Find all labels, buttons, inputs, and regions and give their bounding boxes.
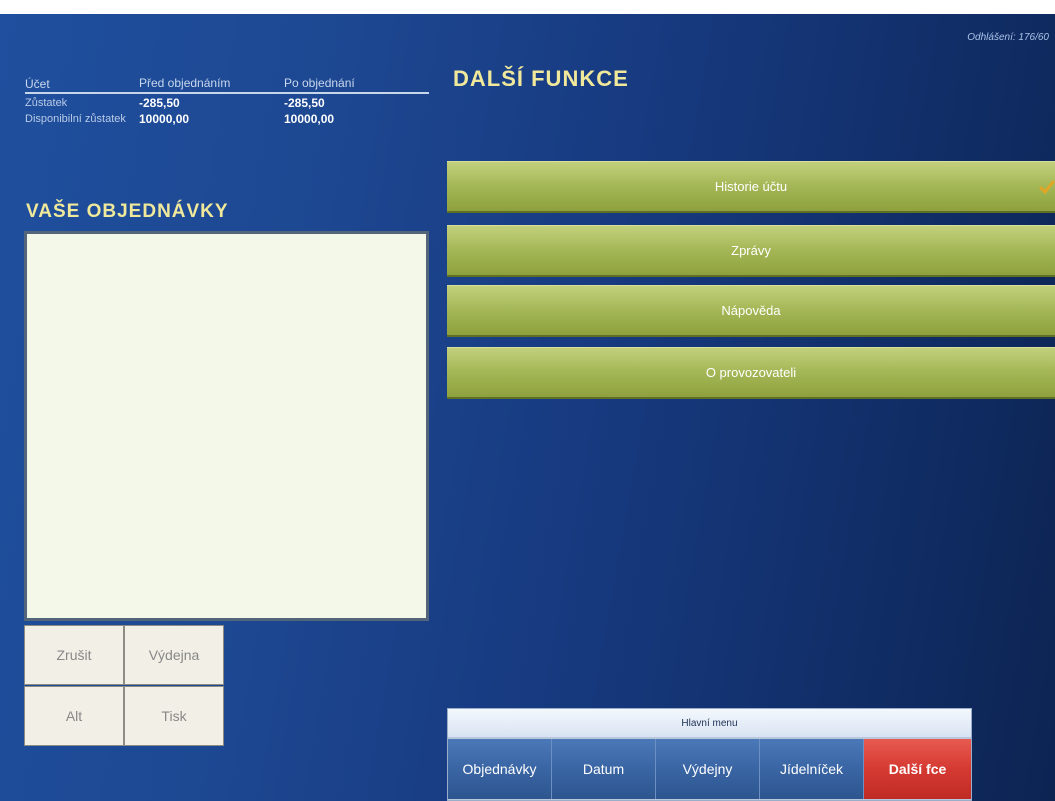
tab-more-functions[interactable]: Další fce — [864, 739, 971, 799]
tab-date[interactable]: Datum — [552, 739, 656, 799]
messages-label: Zprávy — [731, 243, 771, 258]
available-balance-after: 10000,00 — [284, 112, 335, 126]
cancel-button[interactable]: Zrušit — [24, 625, 124, 685]
before-order-column-header: Před objednáním — [139, 76, 231, 90]
help-label: Nápověda — [721, 303, 781, 318]
balance-label: Zůstatek — [25, 96, 68, 109]
print-button[interactable]: Tisk — [124, 686, 224, 746]
order-action-grid: Zrušit Výdejna Alt Tisk — [24, 625, 225, 747]
about-operator-label: O provozovateli — [705, 365, 797, 380]
available-balance-row: Disponibilní zůstatek 10000,00 10000,00 — [25, 112, 429, 126]
account-column-header: Účet — [25, 77, 50, 91]
balance-row: Zůstatek -285,50 -285,50 — [25, 96, 429, 110]
account-history-button[interactable]: Historie účtu — [447, 161, 1055, 213]
functions-title: DALŠÍ FUNKCE — [453, 66, 629, 91]
orders-title: VAŠE OBJEDNÁVKY — [26, 201, 229, 222]
balance-after: -285,50 — [284, 96, 325, 110]
balance-before: -285,50 — [139, 96, 180, 110]
messages-button[interactable]: Zprávy — [447, 225, 1055, 277]
check-icon — [1039, 180, 1055, 195]
available-balance-label: Disponibilní zůstatek — [25, 112, 126, 125]
account-summary: Účet Před objednáním Po objednání Zůstat… — [25, 74, 429, 126]
account-history-label: Historie účtu — [714, 179, 788, 194]
available-balance-before: 10000,00 — [139, 112, 190, 126]
alt-button[interactable]: Alt — [24, 686, 124, 746]
main-menu-title: Hlavní menu — [448, 709, 971, 737]
tab-orders[interactable]: Objednávky — [448, 739, 552, 799]
orders-list[interactable] — [24, 231, 429, 621]
tab-canteens[interactable]: Výdejny — [656, 739, 760, 799]
logout-timer[interactable]: Odhlášení: 176/60 — [967, 32, 1049, 43]
help-button[interactable]: Nápověda — [447, 285, 1055, 337]
about-operator-button[interactable]: O provozovateli — [447, 347, 1055, 399]
canteen-button[interactable]: Výdejna — [124, 625, 224, 685]
after-order-column-header: Po objednání — [284, 76, 355, 90]
account-header-row: Účet Před objednáním Po objednání — [25, 74, 429, 94]
app-screen: Odhlášení: 176/60 Účet Před objednáním P… — [0, 14, 1055, 801]
main-menu-bar: Hlavní menu Objednávky Datum Výdejny Jíd… — [447, 708, 972, 801]
tab-menu[interactable]: Jídelníček — [760, 739, 864, 799]
